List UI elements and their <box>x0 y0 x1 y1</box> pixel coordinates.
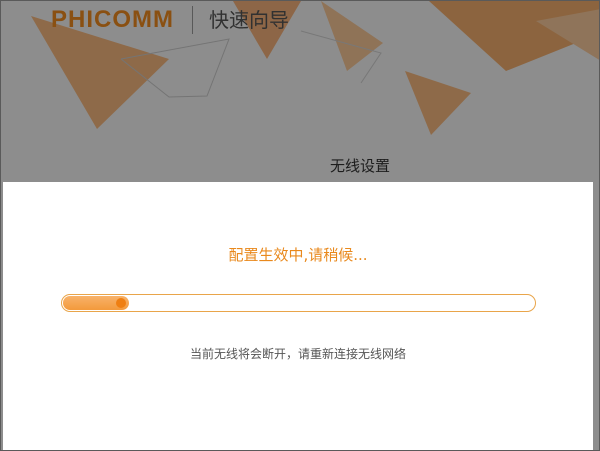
progress-bar <box>61 294 536 312</box>
progress-indicator-dot <box>116 298 126 308</box>
progress-dialog: 配置生效中,请稍候... 当前无线将会断开，请重新连接无线网络 <box>3 182 593 450</box>
wireless-disconnect-hint: 当前无线将会断开，请重新连接无线网络 <box>189 347 406 361</box>
app-window: PHICOMM 快速向导 无线设置 配置生效中,请稍候... 当前无线将会断开，… <box>0 0 600 451</box>
applying-config-message: 配置生效中,请稍候... <box>228 246 368 264</box>
